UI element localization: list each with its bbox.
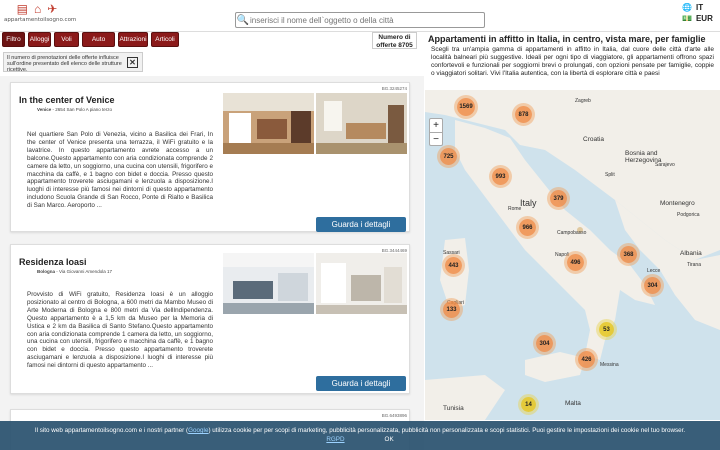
logo-icons: ▤ ⌂ ✈ (4, 2, 70, 16)
language-selector[interactable]: 🌐 IT (682, 2, 713, 13)
map-label: Tunisia (443, 405, 464, 412)
map-cluster[interactable]: 379 (550, 190, 567, 207)
intro-panel: Appartamenti in affitto in Italia, in ce… (425, 32, 720, 90)
cookie-banner: Il sito web appartamentoilsogno.com e i … (0, 421, 720, 450)
map-cluster[interactable]: 725 (440, 148, 457, 165)
listing-address: - Via Giovanni Amendola 17 (55, 269, 112, 274)
site-logo[interactable]: ▤ ⌂ ✈ appartamentoilsogno.com (4, 2, 77, 28)
map-cluster[interactable]: 368 (620, 246, 637, 263)
listing-card: BG.3444469 Residenza Ioasi Bologna - Via… (10, 244, 410, 394)
map-cluster[interactable]: 966 (519, 219, 536, 236)
listing-address: - 2654 San Polo A piano terzo (51, 107, 113, 112)
map-label: Sarajevo (655, 162, 675, 168)
listing-card: BG.3245274 In the center of Venice Venic… (10, 82, 410, 232)
map[interactable]: + − Italy Croatia Bosnia and Herzegovina… (425, 90, 720, 420)
listing-photo[interactable] (223, 93, 314, 154)
tab-auto[interactable]: Auto (82, 32, 115, 47)
map-label: Malta (565, 400, 581, 407)
order-notice: Il numero di prenotazioni delle offerte … (3, 52, 143, 74)
house-icon: ⌂ (34, 2, 42, 16)
listing-city: Bologna (37, 269, 55, 274)
close-icon[interactable]: ✕ (127, 57, 138, 68)
cookie-actions: RGPD OK (0, 435, 720, 444)
listing-description: Provvisto di WiFi gratuito, Residenza Io… (27, 291, 213, 370)
globe-icon: 🌐 (682, 3, 692, 12)
map-label: Italy (520, 198, 537, 208)
rgpd-link[interactable]: RGPD (326, 435, 344, 444)
map-label: Lecce (647, 268, 661, 274)
offer-count-label2: offerte (376, 42, 397, 49)
map-cluster[interactable]: 443 (445, 257, 462, 274)
zoom-in-button[interactable]: + (430, 119, 442, 132)
page-title: Appartamenti in affitto in Italia, in ce… (428, 34, 706, 44)
tab-articoli[interactable]: Articoli (151, 32, 179, 47)
map-cluster[interactable]: 14 (521, 397, 536, 412)
listing-photo[interactable] (223, 253, 314, 314)
money-icon: 💵 (682, 14, 692, 23)
map-cluster[interactable]: 53 (599, 322, 614, 337)
listing-location: Bologna - Via Giovanni Amendola 17 (37, 269, 112, 274)
map-cluster[interactable]: 878 (515, 106, 532, 123)
map-label: Albania (680, 250, 702, 257)
map-cluster[interactable]: 496 (567, 254, 584, 271)
currency-selector[interactable]: 💵 EUR (682, 13, 713, 24)
search-input[interactable] (250, 15, 480, 25)
cookie-text: Il sito web appartamentoilsogno.com e i … (0, 426, 720, 435)
language-label: IT (695, 3, 704, 12)
details-button[interactable]: Guarda i dettagli (316, 217, 406, 232)
map-cluster[interactable]: 304 (536, 335, 553, 352)
listing-description: Nel quartiere San Polo di Venezia, vicin… (27, 131, 213, 210)
intro-text: Scegli tra un'ampia gamma di appartament… (431, 46, 714, 78)
search-icon: 🔍 (236, 14, 250, 26)
offer-count-label: Numero di (378, 34, 411, 41)
map-cluster[interactable]: 133 (443, 301, 460, 318)
plane-icon: ✈ (47, 2, 58, 16)
google-link[interactable]: Google (188, 427, 208, 434)
bus-icon: ▤ (16, 2, 29, 16)
search-box[interactable]: 🔍 (235, 12, 485, 28)
map-label: Tirana (687, 262, 701, 268)
offer-count-value: 8705 (398, 42, 413, 49)
filter-bar: Filtro Alloggi Voli Auto Attrazioni Arti… (2, 32, 179, 47)
locale-switcher[interactable]: 🌐 IT 💵 EUR (682, 2, 713, 24)
listing-title[interactable]: In the center of Venice (19, 95, 115, 105)
listing-city: Venice (37, 107, 52, 112)
map-label: Podgorica (677, 212, 700, 218)
notice-text: Il numero di prenotazioni delle offerte … (7, 55, 122, 74)
listing-photo[interactable] (316, 253, 407, 314)
listing-code: BG.6493896 (381, 413, 407, 418)
details-button[interactable]: Guarda i dettagli (316, 376, 406, 391)
cookie-text-part: ) utilizza cookie per per scopi di marke… (208, 427, 686, 434)
listing-photo[interactable] (316, 93, 407, 154)
map-label: Split (605, 172, 615, 178)
map-label: Montenegro (660, 200, 695, 207)
listing-title[interactable]: Residenza Ioasi (19, 257, 87, 267)
map-cluster[interactable]: 304 (644, 277, 661, 294)
map-label: Sassari (443, 250, 460, 256)
cookie-text-part: Il sito web appartamentoilsogno.com e i … (34, 427, 189, 434)
tab-voli[interactable]: Voli (54, 32, 79, 47)
tab-attrazioni[interactable]: Attrazioni (118, 32, 148, 47)
zoom-out-button[interactable]: − (430, 132, 442, 146)
listing-list[interactable]: BG.3245274 In the center of Venice Venic… (0, 76, 424, 450)
map-label: Zagreb (575, 98, 591, 104)
map-label: Napoli (555, 252, 570, 258)
listing-code: BG.3245274 (381, 86, 407, 91)
cookie-ok-button[interactable]: OK (385, 435, 394, 444)
offer-count: Numero di offerte 8705 (372, 32, 417, 49)
map-label: Rome (508, 206, 522, 212)
logo-text: appartamentoilsogno.com (4, 17, 77, 23)
zoom-control: + − (429, 118, 443, 146)
top-bar: ▤ ⌂ ✈ appartamentoilsogno.com 🔍 🌐IT 💵EUR (0, 0, 720, 32)
filter-button[interactable]: Filtro (2, 32, 25, 47)
currency-label: EUR (695, 14, 713, 23)
map-cluster[interactable]: 426 (578, 351, 595, 368)
map-cluster[interactable]: 993 (492, 168, 509, 185)
map-cluster[interactable]: 1569 (457, 98, 475, 116)
tab-alloggi[interactable]: Alloggi (28, 32, 51, 47)
map-label: Campobasso (557, 230, 587, 236)
map-label: Messina (600, 362, 619, 368)
map-label: Croatia (583, 136, 604, 143)
listing-location: Venice - 2654 San Polo A piano terzo (37, 107, 112, 112)
